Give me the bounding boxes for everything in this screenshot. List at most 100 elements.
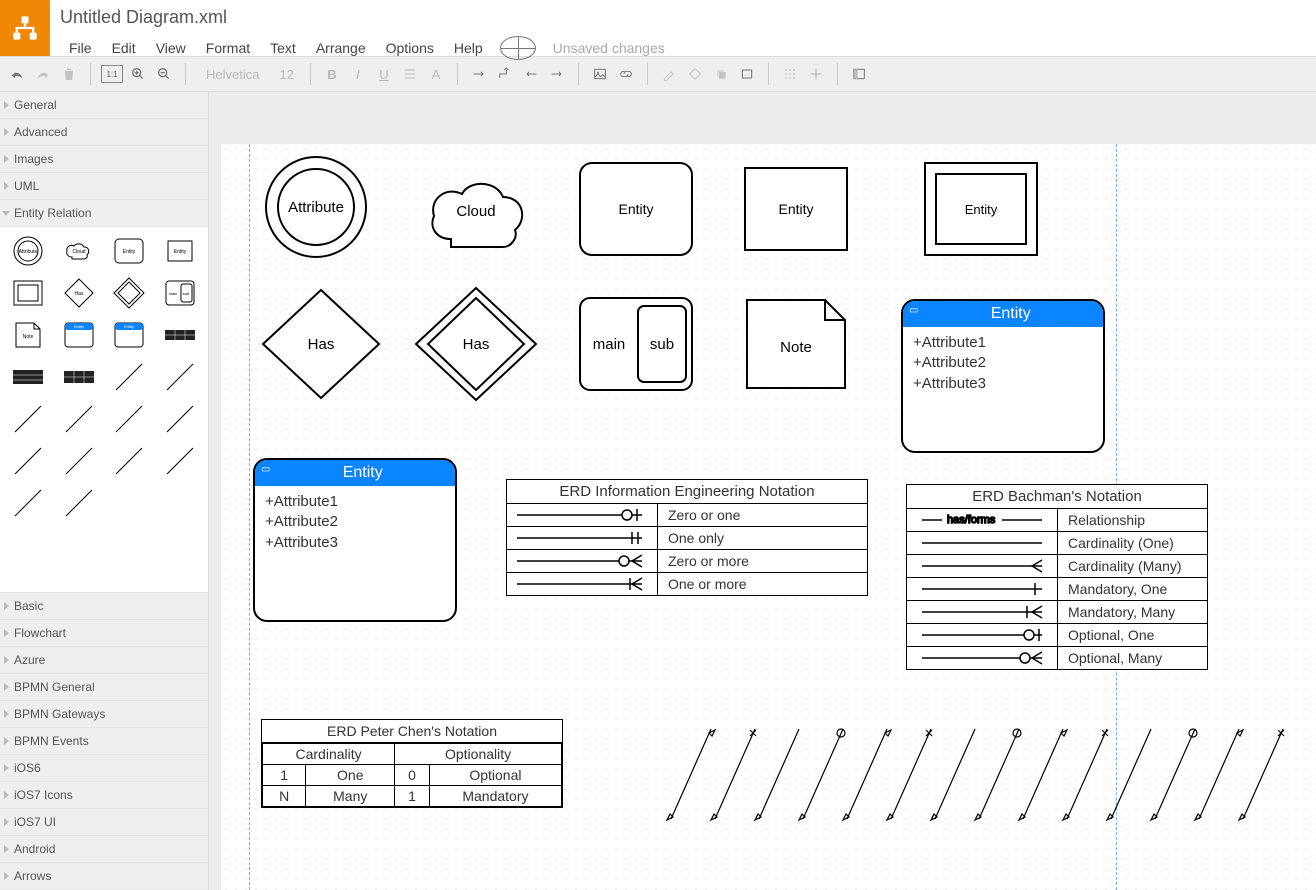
palette-line-2[interactable] [158,359,203,395]
format-panel-toggle-button[interactable] [848,63,870,85]
palette-line-7[interactable] [6,443,51,479]
zoom-actual-button[interactable]: 1:1 [101,65,123,83]
palette-line-9[interactable] [107,443,152,479]
line-start-button[interactable] [520,63,542,85]
entity-table-header: ▭Entity [255,460,455,486]
line-color-button[interactable] [658,63,680,85]
shape-sidebar: GeneralAdvancedImagesUMLEntity Relation … [0,92,209,890]
shape-attribute[interactable]: Attribute [261,152,371,262]
palette-table-dark3[interactable] [57,359,102,395]
redo-button[interactable] [32,63,54,85]
shape-palette: Attribute Cloud Entity Entity Has mainsu… [0,227,208,593]
canvas-area[interactable]: Attribute Cloud Entity Entity Entity Has… [209,92,1316,890]
svg-text:main: main [168,291,177,296]
font-family-select[interactable]: Helvetica [196,67,269,82]
svg-text:Entity: Entity [778,201,813,217]
shadow-button[interactable] [710,63,732,85]
palette-entity-table-blue[interactable]: Entity [57,317,102,353]
svg-text:Attribute: Attribute [288,199,344,216]
shape-has-diamond[interactable]: Has [256,284,386,404]
erd-connector-lines[interactable] [651,719,1301,839]
svg-text:Has: Has [463,336,490,353]
sidebar-group-android[interactable]: Android [0,836,208,863]
palette-line-5[interactable] [107,401,152,437]
palette-line-12[interactable] [57,485,102,521]
sidebar-group-ios7-icons[interactable]: iOS7 Icons [0,782,208,809]
palette-table-dark2[interactable] [6,359,51,395]
shape-entity-table-2[interactable]: ▭Entity +Attribute1+Attribute2+Attribute… [253,458,457,622]
language-icon[interactable] [500,36,536,60]
shape-main-sub[interactable]: mainsub [576,294,696,394]
palette-has-diamond[interactable]: Has [57,275,102,311]
guides-toggle-button[interactable] [805,63,827,85]
sidebar-group-bpmn-general[interactable]: BPMN General [0,674,208,701]
shape-cloud[interactable]: Cloud [416,164,536,254]
undo-button[interactable] [6,63,28,85]
bold-button[interactable]: B [321,63,343,85]
svg-text:main: main [593,336,626,353]
palette-has-double-diamond[interactable] [107,275,152,311]
font-size-select[interactable]: 12 [273,67,299,82]
shape-entity-double[interactable]: Entity [921,159,1041,259]
erd-chen-notation[interactable]: ERD Peter Chen's Notation CardinalityOpt… [261,719,563,808]
sidebar-group-arrows[interactable]: Arrows [0,863,208,890]
sidebar-group-basic[interactable]: Basic [0,593,208,620]
line-end-button[interactable] [546,63,568,85]
zoom-out-button[interactable] [153,63,175,85]
grid-toggle-button[interactable] [779,63,801,85]
palette-attribute[interactable]: Attribute [6,233,51,269]
sidebar-group-general[interactable]: General [0,92,208,119]
palette-entity-rounded[interactable]: Entity [107,233,152,269]
sidebar-group-images[interactable]: Images [0,146,208,173]
shape-entity-rect[interactable]: Entity [741,164,851,254]
shape-entity-rounded[interactable]: Entity [576,159,696,259]
sidebar-group-bpmn-events[interactable]: BPMN Events [0,728,208,755]
insert-image-button[interactable] [589,63,611,85]
palette-line-1[interactable] [107,359,152,395]
connection-straight-button[interactable] [468,63,490,85]
sidebar-group-flowchart[interactable]: Flowchart [0,620,208,647]
palette-line-6[interactable] [158,401,203,437]
insert-link-button[interactable] [615,63,637,85]
palette-main-sub[interactable]: mainsub [158,275,203,311]
shape-note[interactable]: Note [741,294,851,394]
sidebar-group-bpmn-gateways[interactable]: BPMN Gateways [0,701,208,728]
align-button[interactable] [399,63,421,85]
palette-cloud[interactable]: Cloud [57,233,102,269]
palette-line-10[interactable] [158,443,203,479]
title-bar: Untitled Diagram.xml File Edit View Form… [0,0,1316,56]
shape-entity-table[interactable]: ▭Entity +Attribute1 +Attribute2 +Attribu… [901,299,1105,453]
palette-table-dark[interactable] [158,317,203,353]
palette-entity-double[interactable] [6,275,51,311]
document-name[interactable]: Untitled Diagram.xml [60,7,674,28]
erd-ie-notation[interactable]: ERD Information Engineering Notation Zer… [506,479,868,596]
italic-button[interactable]: I [347,63,369,85]
sidebar-group-ios6[interactable]: iOS6 [0,755,208,782]
sidebar-group-ios7-ui[interactable]: iOS7 UI [0,809,208,836]
palette-line-3[interactable] [6,401,51,437]
svg-text:Entity: Entity [124,324,134,329]
palette-line-11[interactable] [6,485,51,521]
sidebar-group-entity-relation[interactable]: Entity Relation [0,200,208,227]
sidebar-group-azure[interactable]: Azure [0,647,208,674]
zoom-in-button[interactable] [127,63,149,85]
svg-text:Note: Note [780,339,812,356]
sidebar-group-uml[interactable]: UML [0,173,208,200]
svg-text:Cloud: Cloud [72,249,85,255]
palette-line-8[interactable] [57,443,102,479]
canvas[interactable]: Attribute Cloud Entity Entity Entity Has… [221,144,1316,890]
shape-has-double-diamond[interactable]: Has [411,284,541,404]
palette-note[interactable]: Note [6,317,51,353]
app-logo[interactable] [0,0,50,56]
sidebar-group-advanced[interactable]: Advanced [0,119,208,146]
delete-button[interactable] [58,63,80,85]
waypoint-button[interactable] [494,63,516,85]
palette-line-4[interactable] [57,401,102,437]
palette-entity-rect[interactable]: Entity [158,233,203,269]
fill-color-button[interactable] [684,63,706,85]
palette-entity-table-blue2[interactable]: Entity [107,317,152,353]
font-color-button[interactable]: A [425,63,447,85]
erd-bachman-notation[interactable]: ERD Bachman's Notation has/formsRelation… [906,484,1208,670]
edit-style-button[interactable] [736,63,758,85]
underline-button[interactable]: U [373,63,395,85]
